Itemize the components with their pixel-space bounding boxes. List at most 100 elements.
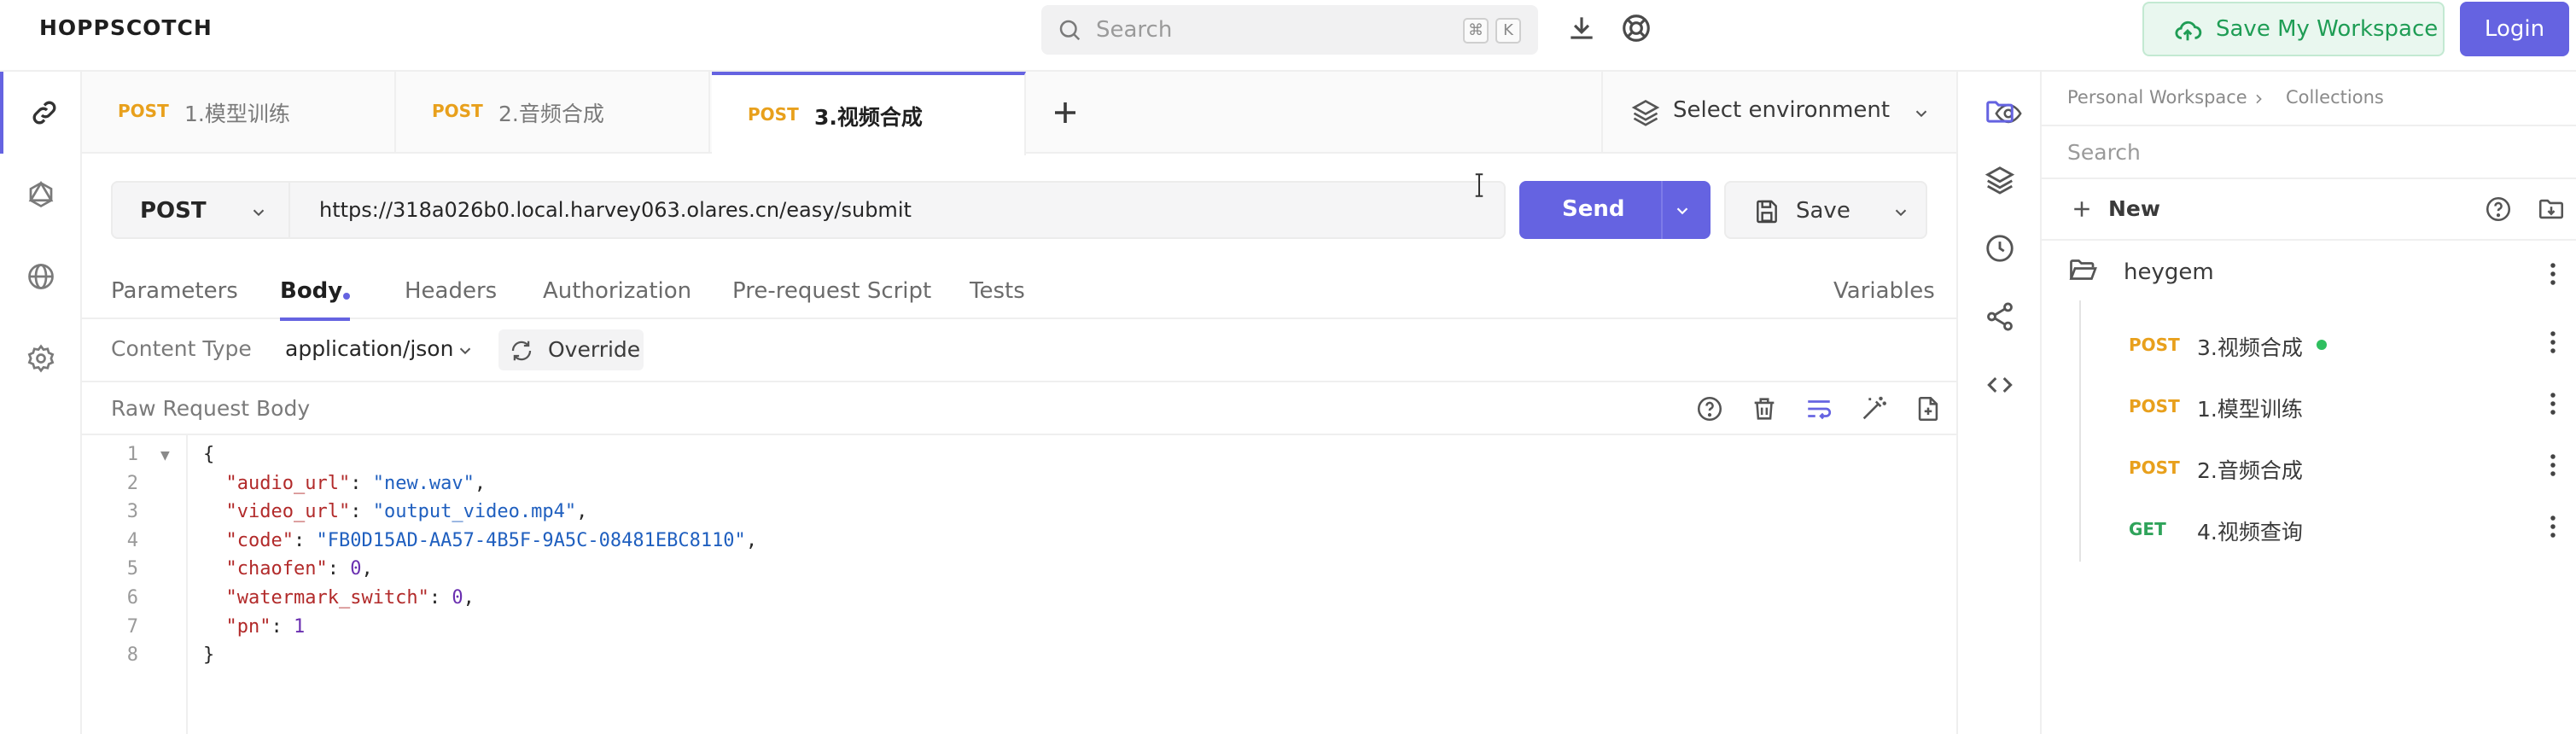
chevron-down-icon (1915, 110, 1927, 118)
request-title: 3.视频合成 (2197, 335, 2303, 360)
tab-body[interactable]: Body (280, 278, 351, 321)
collection-request[interactable]: POST 1.模型训练 (2042, 374, 2576, 435)
request-title: 1.模型训练 (2197, 397, 2303, 422)
rail-graphql[interactable] (0, 154, 82, 236)
variables-tab[interactable]: Variables (1833, 278, 1935, 304)
globe-icon (28, 264, 54, 289)
save-button[interactable]: Save (1724, 181, 1927, 239)
chevron-down-icon[interactable] (1891, 203, 1910, 222)
more-vertical-icon[interactable] (2549, 391, 2557, 417)
import-icon[interactable] (2537, 195, 2566, 224)
collection-request[interactable]: POST 2.音频合成 (2042, 435, 2576, 497)
more-vertical-icon[interactable] (2549, 514, 2557, 539)
add-tab-icon[interactable] (1045, 92, 1086, 133)
send-button[interactable]: Send (1519, 181, 1711, 239)
collection-request[interactable]: GET 4.视频查询 (2042, 497, 2576, 558)
save-label: Save (1796, 198, 1850, 224)
override-button[interactable]: Override (498, 329, 644, 370)
wrap-lines-icon[interactable] (1804, 394, 1833, 423)
text-cursor-icon (1475, 173, 1483, 197)
tab-request-1[interactable]: POST 1.模型训练 (82, 72, 396, 154)
graphql-icon (28, 180, 54, 208)
tab-title: 3.视频合成 (814, 105, 923, 130)
tab-pre-request-script[interactable]: Pre-request Script (732, 278, 931, 304)
left-nav-rail (0, 72, 82, 734)
json-value: 0 (350, 558, 362, 580)
save-workspace-button[interactable]: Save My Workspace (2142, 2, 2445, 56)
tab-tests[interactable]: Tests (970, 278, 1025, 304)
download-icon[interactable] (1565, 12, 1598, 44)
top-bar: HOPPSCOTCH Search ⌘ K Save My Workspace … (0, 0, 2576, 72)
json-value: "new.wav" (372, 472, 475, 494)
json-key: "chaofen" (225, 558, 328, 580)
collection-folder-heygem[interactable]: heygem (2124, 259, 2214, 285)
line-number: 2 (126, 472, 138, 494)
save-icon (1757, 200, 1777, 224)
line-number: 7 (126, 615, 138, 638)
request-title: 4.视频查询 (2197, 520, 2303, 545)
content-type-label: Content Type (111, 336, 252, 361)
history-icon[interactable] (1984, 232, 2016, 265)
shortcut-key-cmd: ⌘ (1463, 18, 1489, 44)
tab-request-2[interactable]: POST 2.音频合成 (396, 72, 710, 154)
url-input[interactable]: https://318a026b0.local.harvey063.olares… (290, 181, 1506, 239)
collection-request[interactable]: POST 3.视频合成 (2042, 312, 2576, 374)
breadcrumb-workspace[interactable]: Personal Workspace (2067, 87, 2247, 108)
code-brace: } (203, 644, 215, 667)
share-icon[interactable] (1984, 300, 2016, 333)
help-icon[interactable] (2484, 195, 2513, 224)
collections-search-input[interactable]: Search (2042, 125, 2576, 179)
send-divider (1661, 181, 1663, 239)
breadcrumb-collections[interactable]: Collections (2286, 87, 2384, 108)
help-icon[interactable] (1695, 394, 1724, 423)
plus-icon[interactable] (2069, 196, 2095, 222)
json-value: "output_video.mp4" (372, 501, 577, 523)
tab-request-3[interactable]: POST 3.视频合成 (712, 72, 1026, 155)
new-collection-button[interactable]: New (2108, 196, 2160, 221)
fold-arrow-icon[interactable]: ▼ (160, 449, 170, 463)
tab-parameters[interactable]: Parameters (111, 278, 238, 304)
environment-label: Select environment (1673, 97, 1891, 123)
request-method: GET (2129, 519, 2166, 539)
code-icon[interactable] (1984, 369, 2016, 401)
json-value: "FB0D15AD-AA57-4B5F-9A5C-08481EBC8110" (316, 529, 746, 551)
content-type-select[interactable]: application/json (285, 336, 453, 361)
request-title: 2.音频合成 (2197, 458, 2303, 483)
tab-authorization[interactable]: Authorization (543, 278, 691, 304)
rail-settings[interactable] (0, 317, 82, 399)
folder-open-icon (2069, 259, 2097, 280)
rail-rest[interactable] (0, 72, 82, 154)
global-search[interactable]: Search ⌘ K (1041, 5, 1538, 55)
more-vertical-icon[interactable] (2549, 452, 2557, 478)
rail-realtime[interactable] (0, 236, 82, 317)
gear-icon (27, 344, 55, 373)
line-number: 6 (126, 587, 138, 609)
folder-icon[interactable] (1984, 96, 2016, 128)
login-button[interactable]: Login (2460, 2, 2569, 56)
chevron-down-icon[interactable] (456, 341, 475, 360)
tab-method: POST (118, 101, 169, 121)
link-icon (32, 101, 56, 125)
more-vertical-icon[interactable] (2549, 329, 2557, 355)
request-method: POST (2129, 396, 2180, 417)
app-logo[interactable]: HOPPSCOTCH (39, 15, 213, 40)
import-file-icon[interactable] (1914, 394, 1943, 423)
search-placeholder: Search (2067, 140, 2141, 165)
json-value: 1 (293, 615, 306, 638)
support-icon[interactable] (1620, 12, 1652, 44)
tab-headers[interactable]: Headers (405, 278, 497, 304)
more-vertical-icon[interactable] (2549, 261, 2557, 287)
trash-icon[interactable] (1750, 394, 1779, 423)
json-body-editor[interactable]: 1 2 3 4 5 6 7 8 ▼ { "audio_url": "new.wa… (82, 435, 1956, 734)
chevron-down-icon[interactable] (1673, 201, 1692, 220)
new-collection-row: New (2042, 179, 2576, 241)
active-status-dot (2317, 340, 2327, 350)
method-selector[interactable]: POST (111, 181, 290, 239)
layers-icon[interactable] (1984, 164, 2016, 196)
environment-selector[interactable]: Select environment (1601, 72, 1943, 154)
json-key: "pn" (225, 615, 271, 638)
right-nav-rail (1956, 72, 2042, 734)
code-content[interactable]: { "audio_url": "new.wav", "video_url": "… (203, 440, 757, 670)
json-value: 0 (452, 586, 463, 609)
magic-wand-icon[interactable] (1859, 394, 1888, 423)
